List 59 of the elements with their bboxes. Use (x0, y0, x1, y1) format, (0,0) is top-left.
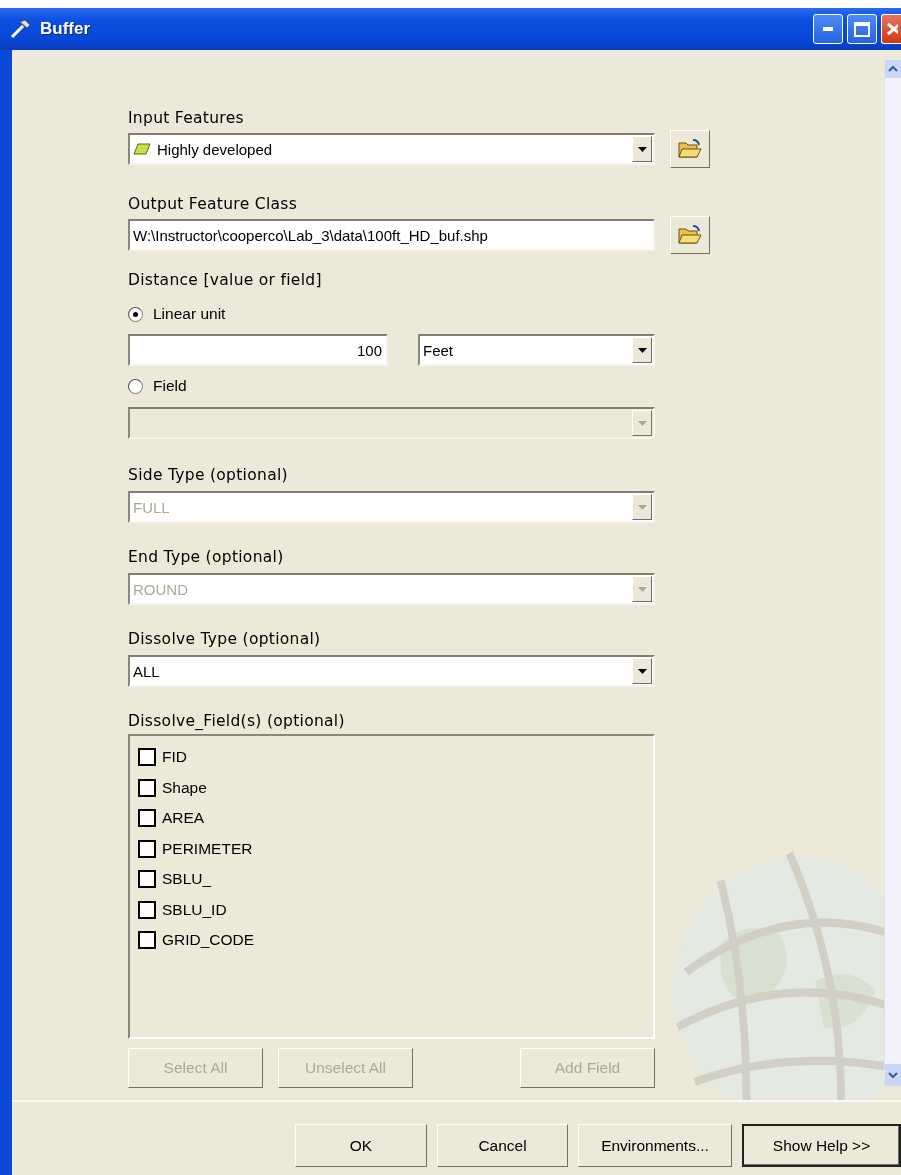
browse-button[interactable] (670, 130, 710, 168)
browse-button[interactable] (670, 216, 710, 254)
field-label: Side Type (optional) (128, 465, 289, 485)
hammer-icon (10, 19, 32, 39)
checkbox[interactable] (138, 809, 156, 828)
field-name-label: FID (162, 748, 187, 767)
dropdown[interactable]: Feet (418, 334, 655, 366)
scrollbar[interactable] (884, 60, 901, 1086)
close-icon (885, 22, 898, 36)
folder-icon (678, 225, 702, 245)
field-name-label: SBLU_ID (162, 900, 227, 919)
caret-icon (637, 504, 647, 510)
caret-icon (637, 420, 647, 426)
field-name-label: AREA (162, 809, 205, 828)
field-name-label: Shape (162, 778, 207, 797)
field-label: End Type (optional) (128, 547, 285, 567)
checkbox[interactable] (138, 900, 156, 919)
checkbox[interactable] (138, 931, 156, 950)
button[interactable]: Show Help >> (742, 1124, 901, 1167)
input-field[interactable]: W:\Instructor\cooperco\Lab_3\data\100ft_HD_buf.shp (128, 219, 655, 251)
scroll-up-icon[interactable] (885, 60, 901, 78)
checkbox[interactable] (138, 870, 156, 889)
field-name-label: PERIMETER (162, 839, 253, 858)
folder-icon (678, 139, 702, 159)
input-field[interactable]: 100 (128, 334, 388, 366)
radio-label: Linear unit (153, 305, 226, 323)
field-checklist[interactable]: FID Shape AREA PERIMETER SBLU_ SBLU_ID GRID_CODE (128, 734, 655, 1039)
window-title: Buffer (40, 19, 92, 39)
field-label: Output Feature Class (128, 194, 299, 214)
checkbox[interactable] (138, 748, 156, 767)
minimize-button[interactable] (813, 14, 843, 44)
field-label: Input Features (128, 108, 245, 128)
dropdown-arrow-button[interactable] (632, 658, 652, 684)
dropdown[interactable]: ALL (128, 655, 655, 687)
radio-label: Field (153, 377, 187, 395)
caret-icon (637, 146, 647, 152)
button[interactable]: Environments... (578, 1124, 732, 1167)
field-name-label: SBLU_ (162, 870, 212, 889)
dropdown-arrow-button[interactable] (632, 136, 652, 162)
checkbox[interactable] (138, 778, 156, 797)
button[interactable]: Cancel (437, 1124, 568, 1167)
field-name-label: GRID_CODE (162, 931, 255, 950)
field-label: Distance [value or field] (128, 270, 323, 290)
maximize-button[interactable] (847, 14, 877, 44)
radio-button[interactable] (128, 306, 143, 322)
dropdown-arrow-button[interactable] (632, 337, 652, 363)
field-label: Dissolve_Field(s) (optional) (128, 711, 346, 731)
radio-button[interactable] (128, 378, 143, 394)
dropdown[interactable]: Highly developed (128, 133, 655, 165)
close-button[interactable] (881, 14, 901, 44)
checkbox[interactable] (138, 839, 156, 858)
caret-icon (637, 586, 647, 592)
caret-icon (637, 668, 647, 674)
maximize-icon (854, 21, 870, 37)
caret-icon (637, 347, 647, 353)
minimize-icon (823, 27, 833, 31)
button[interactable]: OK (295, 1124, 427, 1167)
scroll-down-icon[interactable] (885, 1064, 901, 1086)
field-label: Dissolve Type (optional) (128, 629, 322, 649)
